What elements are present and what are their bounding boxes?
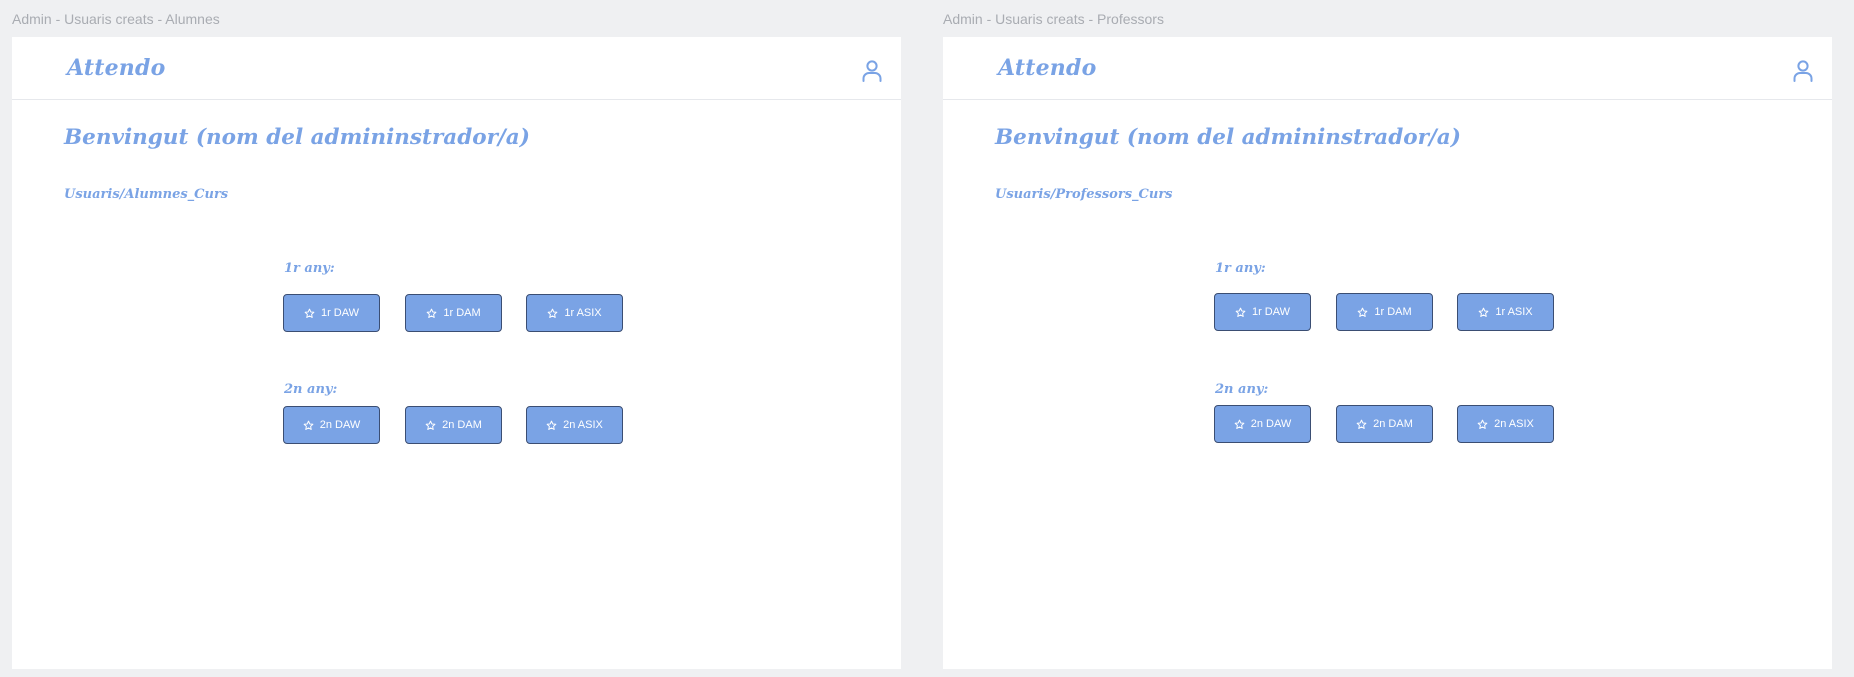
star-icon <box>1477 419 1488 429</box>
user-icon[interactable] <box>1792 59 1814 83</box>
user-icon[interactable] <box>861 59 883 83</box>
app-header: Attendo <box>12 37 901 100</box>
star-icon <box>1356 419 1367 429</box>
course-button-2n-daw[interactable]: 2n DAW <box>1214 405 1311 443</box>
brand-logo[interactable]: Attendo <box>998 55 1096 81</box>
course-button-1r-asix[interactable]: 1r ASIX <box>1457 293 1554 331</box>
course-button-1r-dam[interactable]: 1r DAM <box>405 294 502 332</box>
star-icon <box>1235 307 1246 317</box>
course-button-1r-asix[interactable]: 1r ASIX <box>526 294 623 332</box>
app-header: Attendo <box>943 37 1832 100</box>
brand-logo[interactable]: Attendo <box>67 55 165 81</box>
star-icon <box>1478 307 1489 317</box>
course-button-2n-asix[interactable]: 2n ASIX <box>1457 405 1554 443</box>
star-icon <box>1234 419 1245 429</box>
star-icon <box>546 420 557 430</box>
course-button-2n-daw[interactable]: 2n DAW <box>283 406 380 444</box>
welcome-heading: Benvingut (nom del admininstrador/a) <box>995 125 1461 150</box>
course-button-label: 1r DAW <box>1251 306 1291 318</box>
star-icon <box>427 308 437 318</box>
course-button-label: 1r ASIX <box>564 307 602 319</box>
star-icon <box>303 420 314 430</box>
breadcrumb: Usuaris/Alumnes_Curs <box>64 187 229 202</box>
star-icon <box>547 308 558 318</box>
frame-label-alumnes: Admin - Usuaris creats - Alumnes <box>12 11 220 27</box>
first-year-label: 1r any: <box>1215 261 1266 276</box>
welcome-heading: Benvingut (nom del admininstrador/a) <box>64 125 530 150</box>
course-button-label: 1r DAM <box>443 307 481 319</box>
design-canvas: Admin - Usuaris creats - Alumnes Attendo… <box>0 0 1854 677</box>
first-year-label: 1r any: <box>284 261 335 276</box>
course-button-1r-daw[interactable]: 1r DAW <box>283 294 380 332</box>
course-button-label: 2n ASIX <box>563 419 603 431</box>
course-button-1r-daw[interactable]: 1r DAW <box>1214 293 1311 331</box>
course-button-label: 2n ASIX <box>1494 418 1534 430</box>
second-year-label: 2n any: <box>284 382 338 397</box>
course-button-label: 1r DAM <box>1374 306 1412 318</box>
course-button-label: 1r ASIX <box>1495 306 1533 318</box>
star-icon <box>1358 307 1368 317</box>
course-button-2n-asix[interactable]: 2n ASIX <box>526 406 623 444</box>
star-icon <box>425 420 436 430</box>
course-button-1r-dam[interactable]: 1r DAM <box>1336 293 1433 331</box>
course-button-label: 2n DAW <box>319 419 361 431</box>
second-year-label: 2n any: <box>1215 382 1269 397</box>
frame-label-professors: Admin - Usuaris creats - Professors <box>943 11 1164 27</box>
course-button-2n-dam[interactable]: 2n DAM <box>1336 405 1433 443</box>
star-icon <box>304 308 315 318</box>
course-button-label: 2n DAM <box>1373 418 1413 430</box>
course-button-2n-dam[interactable]: 2n DAM <box>405 406 502 444</box>
course-button-label: 2n DAW <box>1250 418 1292 430</box>
course-button-label: 2n DAM <box>442 419 482 431</box>
breadcrumb: Usuaris/Professors_Curs <box>995 187 1173 202</box>
frame-alumnes: Attendo Benvingut (nom del admininstrado… <box>12 37 901 669</box>
frame-professors: Attendo Benvingut (nom del admininstrado… <box>943 37 1832 669</box>
course-button-label: 1r DAW <box>320 307 360 319</box>
